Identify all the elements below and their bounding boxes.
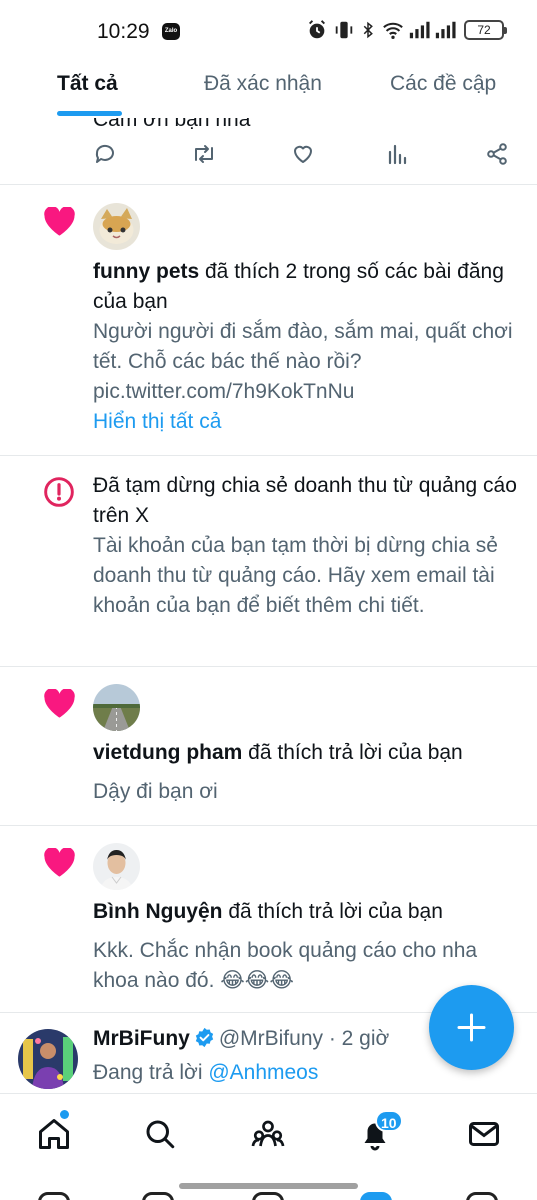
avatar[interactable]: [93, 203, 140, 250]
notification-item[interactable]: funny pets đã thích 2 trong số các bài đ…: [0, 185, 537, 455]
partially-visible-nav: [0, 1192, 537, 1200]
notification-user[interactable]: Bình Nguyện: [93, 900, 223, 923]
heart-icon: [44, 207, 75, 236]
tweet-author-name[interactable]: MrBiFuny: [93, 1027, 190, 1050]
retweet-icon[interactable]: [191, 142, 217, 168]
home-unread-dot: [60, 1110, 69, 1119]
active-tab-indicator: [57, 111, 122, 116]
post-action-row: [0, 142, 537, 174]
tab-mentions[interactable]: Các đề cập: [390, 72, 496, 96]
replying-to-label: Đang trả lời: [93, 1061, 203, 1084]
zalo-notification-icon: Zalo: [162, 23, 180, 40]
status-bar: 10:29 Zalo 72: [0, 0, 537, 62]
replying-to-link[interactable]: @Anhmeos: [208, 1061, 318, 1084]
replying-to: Đang trả lời @Anhmeos: [93, 1061, 318, 1085]
alert-icon: [44, 477, 74, 507]
notification-user[interactable]: vietdung pham: [93, 741, 242, 764]
nav-communities[interactable]: [250, 1116, 286, 1152]
post-excerpt: Dậy đi bạn ơi: [93, 780, 218, 803]
notification-text: funny pets đã thích 2 trong số các bài đ…: [93, 257, 521, 317]
share-icon[interactable]: [485, 142, 511, 168]
post-excerpt: Người người đi sắm đào, sắm mai, quất ch…: [93, 320, 513, 403]
heart-icon: [44, 689, 75, 718]
notification-action: đã thích trả lời của bạn: [222, 900, 443, 923]
notification-item[interactable]: Bình Nguyện đã thích trả lời của bạn Kkk…: [0, 826, 537, 1012]
status-time: 10:29: [97, 20, 150, 43]
battery-indicator: 72: [464, 20, 507, 40]
wifi-icon: [383, 22, 403, 39]
tab-verified[interactable]: Đã xác nhận: [204, 72, 322, 96]
tweet-time: · 2 giờ: [328, 1027, 390, 1050]
notification-text: vietdung pham đã thích trả lời của bạn: [93, 738, 521, 768]
heart-icon: [44, 848, 75, 877]
avatar[interactable]: [18, 1029, 78, 1089]
notification-tabs: Tất cả Đã xác nhận Các đề cập: [0, 62, 537, 118]
signal-icon-1: [409, 21, 430, 39]
gesture-bar[interactable]: [179, 1183, 358, 1189]
search-icon: [146, 1120, 175, 1149]
verified-badge-icon: [195, 1027, 213, 1048]
bluetooth-icon: [363, 21, 373, 39]
notification-count-badge: 10: [375, 1110, 403, 1132]
views-icon[interactable]: [386, 142, 412, 168]
nav-home[interactable]: [36, 1116, 72, 1152]
avatar[interactable]: [93, 684, 140, 731]
communities-icon: [251, 1120, 285, 1147]
like-icon[interactable]: [291, 142, 317, 168]
notification-item[interactable]: vietdung pham đã thích trả lời của bạn D…: [0, 667, 537, 825]
tweet-header: MrBiFuny @MrBifuny · 2 giờ: [93, 1027, 389, 1051]
vibrate-icon: [335, 21, 353, 39]
messages-icon: [469, 1122, 499, 1146]
signal-icon-2: [435, 21, 456, 39]
notification-text: Bình Nguyện đã thích trả lời của bạn: [93, 897, 521, 927]
nav-messages[interactable]: [466, 1116, 502, 1152]
notification-feed[interactable]: Cảm ơn bạn nha funny pets đã thích 2 tro…: [0, 118, 537, 1093]
notification-user[interactable]: funny pets: [93, 260, 199, 283]
reply-icon[interactable]: [93, 142, 119, 168]
notification-action: đã thích trả lời của bạn: [242, 741, 463, 764]
home-icon: [39, 1119, 69, 1149]
tab-all[interactable]: Tất cả: [57, 72, 118, 96]
alert-title: Đã tạm dừng chia sẻ doanh thu từ quảng c…: [93, 474, 517, 527]
alarm-icon: [309, 20, 325, 39]
avatar[interactable]: [93, 843, 140, 890]
tweet-author-handle[interactable]: @MrBifuny: [219, 1027, 323, 1050]
alert-body: Tài khoản của bạn tạm thời bị dừng chia …: [93, 534, 498, 617]
show-all-link[interactable]: Hiển thị tất cả: [93, 410, 221, 434]
bottom-nav: 10: [0, 1093, 537, 1180]
compose-button[interactable]: [429, 985, 514, 1070]
nav-search[interactable]: [142, 1116, 178, 1152]
plus-icon: [457, 1013, 486, 1042]
previous-post-text: Cảm ơn bạn nha: [93, 118, 251, 131]
notification-item[interactable]: Đã tạm dừng chia sẻ doanh thu từ quảng c…: [0, 456, 537, 666]
